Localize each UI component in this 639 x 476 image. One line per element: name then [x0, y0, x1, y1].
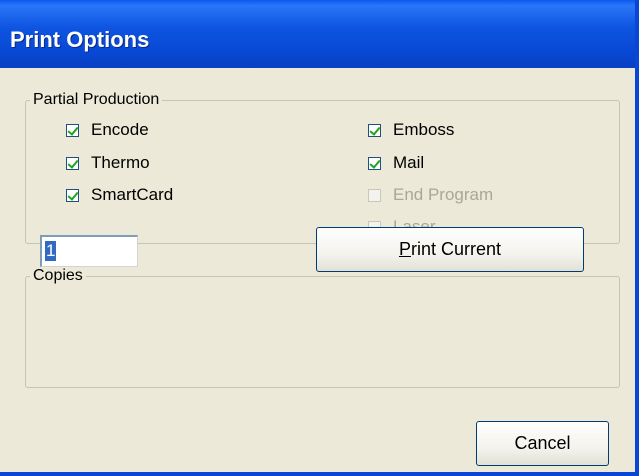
copies-input[interactable]: 1	[40, 235, 138, 267]
smartcard-checkbox-box[interactable]	[66, 188, 79, 202]
print-current-label: rint Current	[410, 239, 502, 259]
title-bar[interactable]: Print Options	[0, 0, 635, 68]
copies-group	[25, 276, 620, 388]
cancel-button[interactable]: Cancel	[476, 421, 609, 466]
mail-label: Mail	[393, 153, 425, 172]
checkbox-smartcard[interactable]: SmartCard	[66, 185, 173, 205]
encode-checkbox-box[interactable]	[66, 123, 79, 137]
encode-label: Encode	[91, 120, 149, 139]
checkbox-encode[interactable]: Encode	[66, 120, 149, 140]
checkbox-thermo[interactable]: Thermo	[66, 153, 150, 173]
print-current-mnemonic: P	[398, 239, 411, 259]
checkbox-mail[interactable]: Mail	[368, 153, 424, 173]
checkbox-end-program: End Program	[368, 185, 493, 205]
smartcard-label: SmartCard	[91, 185, 174, 204]
print-options-dialog: Print Options Partial Production Encode …	[0, 0, 639, 476]
print-current-button[interactable]: Print Current	[316, 227, 584, 272]
copies-input-value: 1	[45, 241, 57, 261]
thermo-checkbox-box[interactable]	[66, 156, 79, 170]
end-program-checkbox-box	[368, 188, 381, 202]
thermo-label: Thermo	[91, 153, 150, 172]
window-title: Print Options	[10, 27, 150, 52]
emboss-checkbox-box[interactable]	[368, 123, 381, 137]
partial-production-caption: Partial Production	[30, 91, 163, 109]
emboss-label: Emboss	[393, 120, 455, 139]
dialog-body: Partial Production Encode Thermo SmartCa…	[0, 68, 635, 472]
checkbox-emboss[interactable]: Emboss	[368, 120, 454, 140]
end-program-label: End Program	[393, 185, 494, 204]
mail-checkbox-box[interactable]	[368, 156, 381, 170]
copies-caption: Copies	[30, 267, 86, 285]
cancel-label: Cancel	[514, 433, 571, 453]
